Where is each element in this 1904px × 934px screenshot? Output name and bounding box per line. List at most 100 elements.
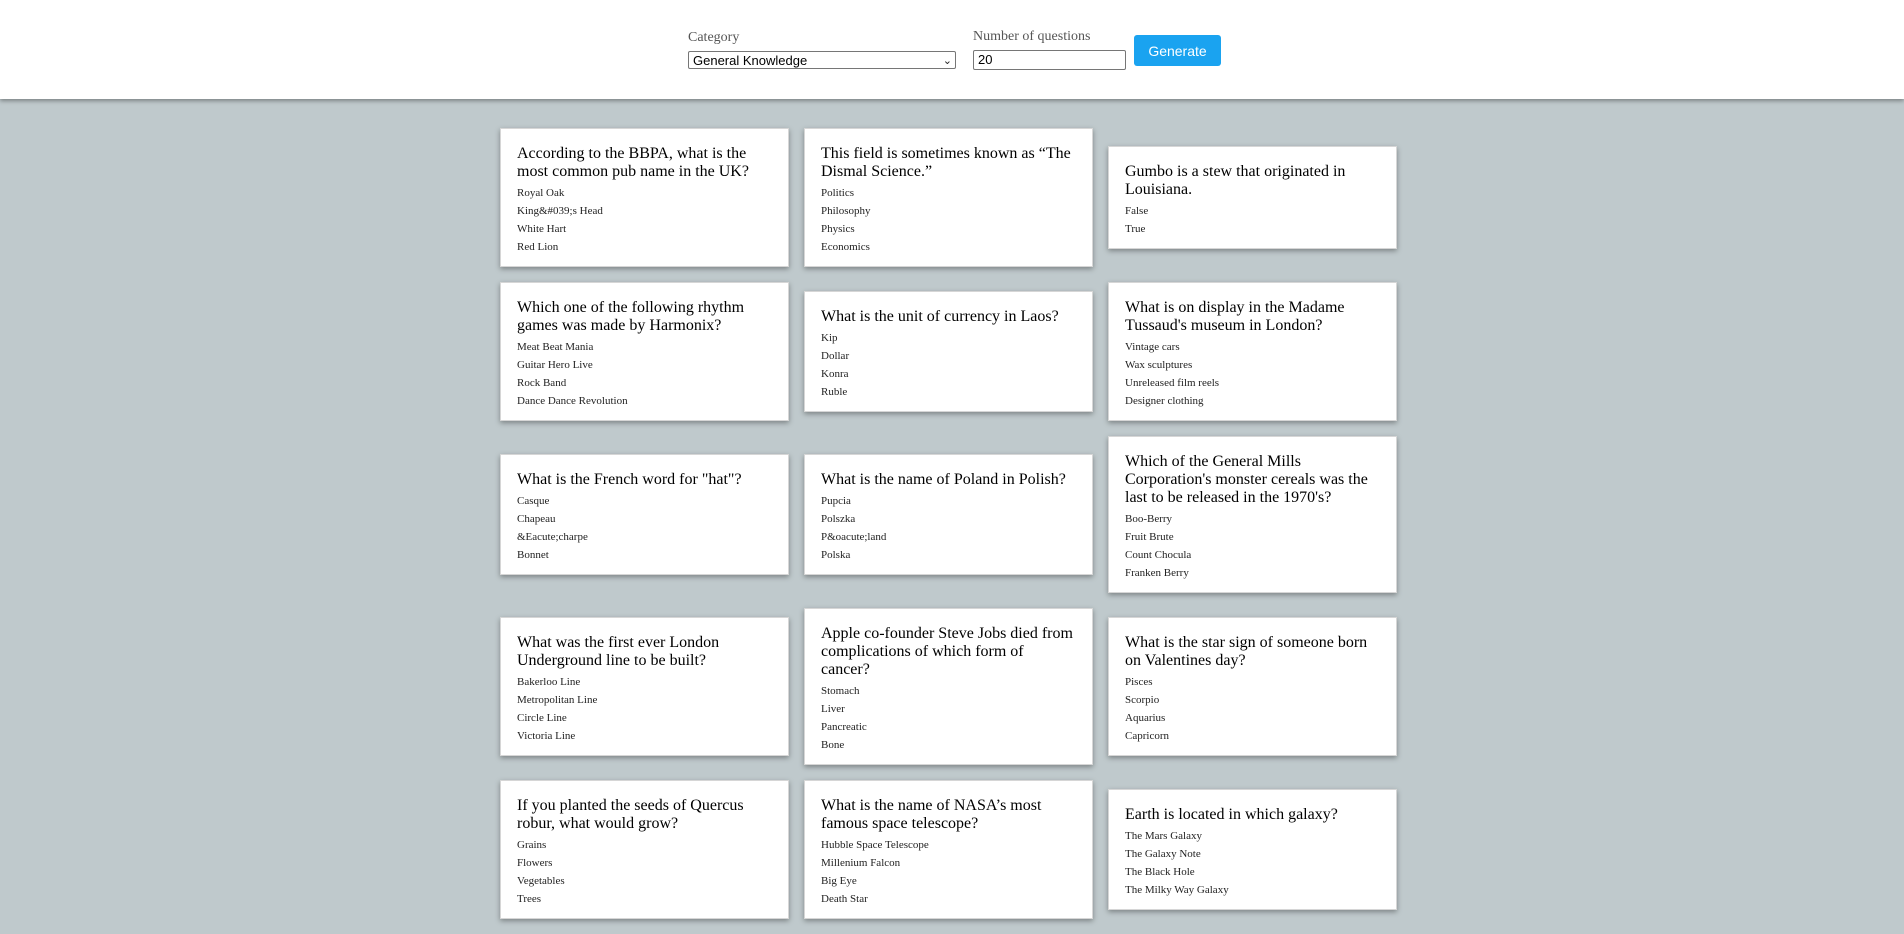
question-row: What is the French word for "hat"? Casque…	[500, 436, 1404, 593]
answer-option: Trees	[517, 893, 542, 905]
answer-option: Metropolitan Line	[517, 694, 598, 706]
answer-option: Physics	[821, 223, 855, 235]
question-card: Which one of the following rhythm games …	[500, 282, 789, 421]
answer-option: The Galaxy Note	[1125, 848, 1201, 860]
answer-option: Flowers	[517, 857, 553, 869]
question-text: According to the BBPA, what is the most …	[517, 145, 749, 180]
answer-option: Pancreatic	[821, 721, 867, 733]
question-card: Apple co-founder Steve Jobs died from co…	[804, 608, 1093, 765]
question-text: Which one of the following rhythm games …	[517, 299, 745, 334]
question-text: What is on display in the Madame Tussaud…	[1125, 299, 1345, 334]
answer-option: Politics	[821, 187, 855, 199]
question-card: What is the star sign of someone born on…	[1108, 617, 1397, 756]
answer-option: Pisces	[1125, 676, 1153, 688]
answer-option: Grains	[517, 839, 547, 851]
answer-option: Kip	[821, 332, 838, 344]
question-grid: According to the BBPA, what is the most …	[500, 128, 1404, 934]
question-card: According to the BBPA, what is the most …	[500, 128, 789, 267]
generate-button[interactable]: Generate	[1134, 35, 1221, 66]
answer-option: Fruit Brute	[1125, 531, 1174, 543]
answer-option: P&oacute;land	[821, 531, 887, 543]
answer-option: Philosophy	[821, 205, 871, 217]
answer-option: Wax sculptures	[1125, 359, 1193, 371]
answer-option: Millenium Falcon	[821, 857, 901, 869]
answer-option: Boo-Berry	[1125, 513, 1173, 525]
answer-option: Meat Beat Mania	[517, 341, 594, 353]
answer-option: Unreleased film reels	[1125, 377, 1220, 389]
answer-option: Casque	[517, 495, 550, 507]
question-card: What is the name of Poland in Polish? Pup…	[804, 454, 1093, 575]
answer-option: False	[1125, 205, 1149, 217]
question-text: If you planted the seeds of Quercus robu…	[517, 797, 744, 832]
answer-option: Economics	[821, 241, 870, 253]
answer-option: Guitar Hero Live	[517, 359, 593, 371]
answer-option: Red Lion	[517, 241, 559, 253]
question-text: What was the first ever London Undergrou…	[517, 634, 720, 669]
answer-option: Liver	[821, 703, 845, 715]
answer-option: Capricorn	[1125, 730, 1169, 742]
answer-option: Vintage cars	[1125, 341, 1180, 353]
answer-option: Franken Berry	[1125, 567, 1189, 579]
top-bar: Category General Knowledge ⌄ Number of q…	[0, 0, 1904, 99]
question-text: What is the star sign of someone born on…	[1125, 634, 1368, 669]
answer-option: Polska	[821, 549, 851, 561]
answer-option: Stomach	[821, 685, 860, 697]
answer-option: Chapeau	[517, 513, 556, 525]
question-text: What is the unit of currency in Laos?	[821, 308, 1059, 325]
question-card: What was the first ever London Undergrou…	[500, 617, 789, 756]
answer-option: Dollar	[821, 350, 850, 362]
question-row: According to the BBPA, what is the most …	[500, 128, 1404, 267]
question-card: Gumbo is a stew that originated in Louis…	[1108, 146, 1397, 249]
question-card: If you planted the seeds of Quercus robu…	[500, 780, 789, 919]
answer-option: Big Eye	[821, 875, 857, 887]
question-card: This field is sometimes known as “The Di…	[804, 128, 1093, 267]
chevron-down-icon: ⌄	[942, 54, 952, 67]
question-text: Which of the General Mills Corporation's…	[1125, 453, 1368, 506]
category-select-value: General Knowledge	[693, 53, 808, 68]
answer-option: Bakerloo Line	[517, 676, 581, 688]
answer-option: Death Star	[821, 893, 868, 905]
answer-option: True	[1125, 223, 1146, 235]
answer-option: Victoria Line	[517, 730, 576, 742]
answer-option: King&#039;s Head	[517, 205, 603, 217]
answer-option: Aquarius	[1125, 712, 1166, 724]
answer-option: Count Chocula	[1125, 549, 1192, 561]
question-card: Which of the General Mills Corporation's…	[1108, 436, 1397, 593]
category-label: Category	[688, 30, 740, 45]
question-text: Gumbo is a stew that originated in Louis…	[1125, 163, 1346, 198]
question-text: Earth is located in which galaxy?	[1125, 806, 1338, 823]
question-text: This field is sometimes known as “The Di…	[821, 145, 1071, 180]
answer-option: Bonnet	[517, 549, 549, 561]
question-text: What is the French word for "hat"?	[517, 471, 742, 488]
question-card: What is the name of NASA’s most famous s…	[804, 780, 1093, 919]
question-count-input[interactable]: 20	[973, 50, 1126, 70]
question-card: What is the unit of currency in Laos? Kip…	[804, 291, 1093, 412]
question-row: If you planted the seeds of Quercus robu…	[500, 780, 1404, 919]
question-card: What is on display in the Madame Tussaud…	[1108, 282, 1397, 421]
answer-option: Royal Oak	[517, 187, 565, 199]
question-count-label: Number of questions	[973, 29, 1091, 44]
question-text: What is the name of NASA’s most famous s…	[821, 797, 1042, 832]
answer-option: Polszka	[821, 513, 856, 525]
answer-option: Ruble	[821, 386, 848, 398]
answer-option: Bone	[821, 739, 845, 751]
question-text: What is the name of Poland in Polish?	[821, 471, 1066, 488]
answer-option: Pupcia	[821, 495, 851, 507]
answer-option: Rock Band	[517, 377, 567, 389]
answer-option: The Mars Galaxy	[1125, 830, 1202, 842]
answer-option: Designer clothing	[1125, 395, 1204, 407]
answer-option: Dance Dance Revolution	[517, 395, 628, 407]
answer-option: White Hart	[517, 223, 567, 235]
question-card: Earth is located in which galaxy? The Mar…	[1108, 789, 1397, 910]
answer-option: Vegetables	[517, 875, 565, 887]
answer-option: Hubble Space Telescope	[821, 839, 929, 851]
question-text: Apple co-founder Steve Jobs died from co…	[821, 625, 1073, 678]
answer-option: Konra	[821, 368, 849, 380]
quiz-form: Category General Knowledge ⌄ Number of q…	[0, 0, 1904, 99]
answer-option: Scorpio	[1125, 694, 1160, 706]
answer-option: Circle Line	[517, 712, 567, 724]
answer-option: The Black Hole	[1125, 866, 1195, 878]
category-select[interactable]: General Knowledge ⌄	[688, 51, 956, 69]
answer-option: The Milky Way Galaxy	[1125, 884, 1229, 896]
question-card: What is the French word for "hat"? Casque…	[500, 454, 789, 575]
